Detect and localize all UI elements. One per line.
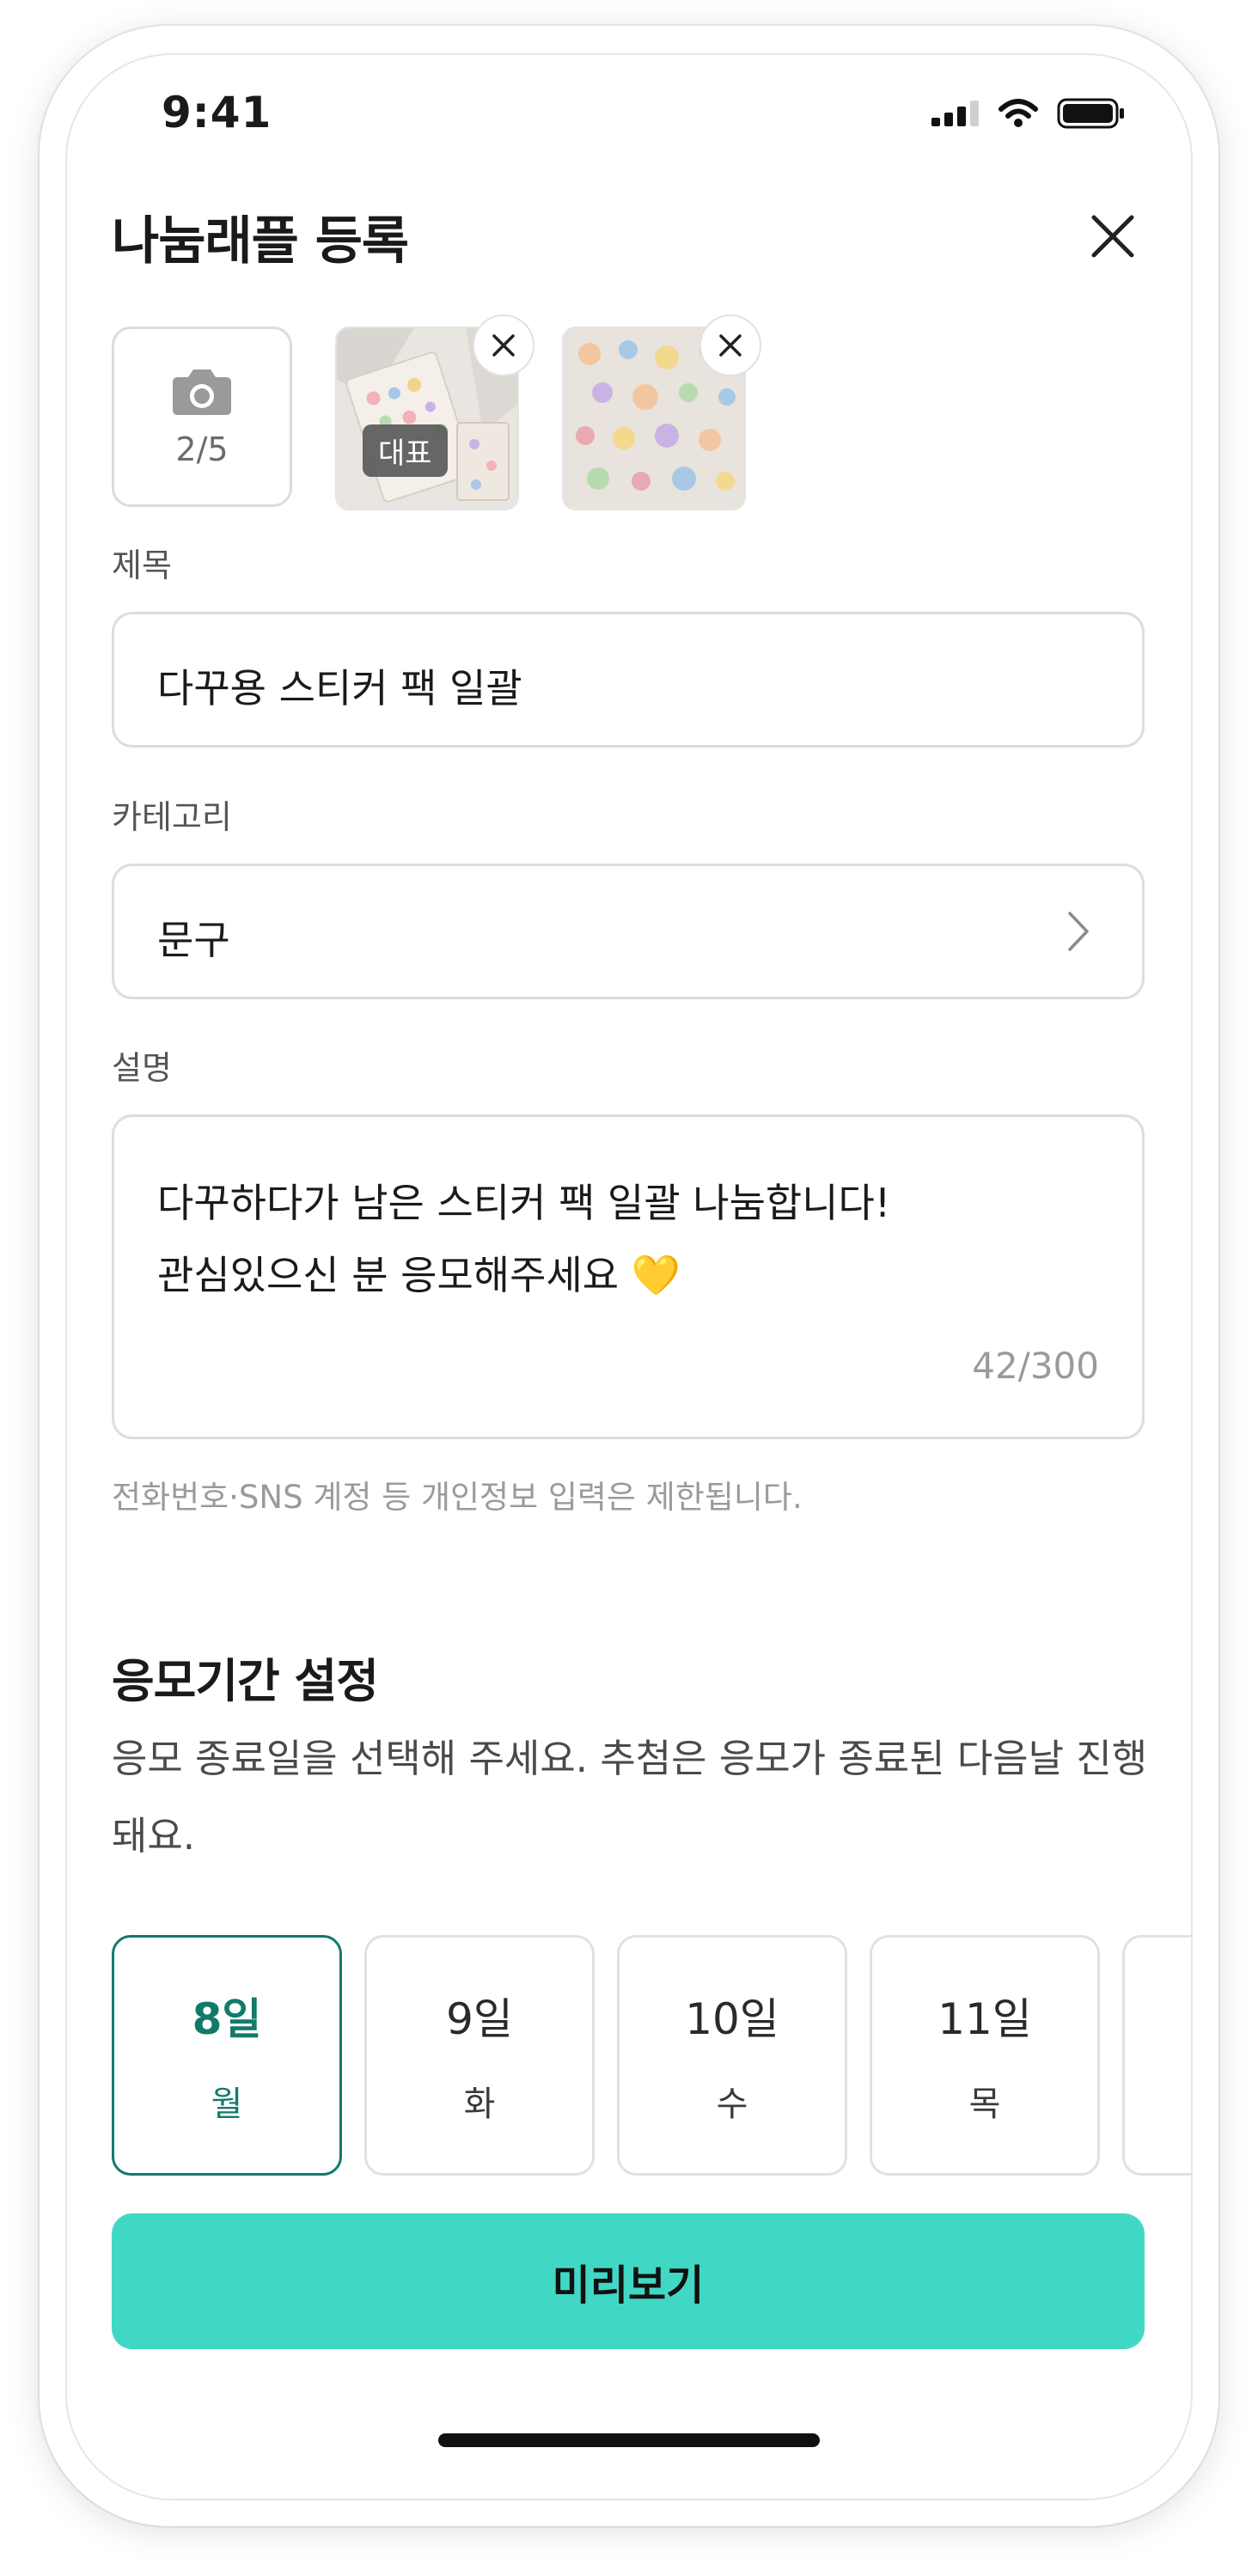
- close-icon: [1091, 215, 1134, 258]
- representative-badge: 대표: [363, 424, 448, 477]
- date-option[interactable]: 11일 목: [870, 1935, 1100, 2176]
- date-option-selected[interactable]: 8일 월: [112, 1935, 342, 2176]
- close-button[interactable]: [1083, 206, 1143, 266]
- chevron-right-icon: [1068, 912, 1089, 951]
- camera-icon: [173, 369, 231, 415]
- add-photo-button[interactable]: 2/5: [112, 327, 292, 507]
- description-line-1: 다꾸하다가 남은 스티커 팩 일괄 나눔합니다!: [157, 1180, 891, 1226]
- status-icons: [931, 98, 1126, 129]
- title-label: 제목: [112, 546, 172, 584]
- page-title: 나눔래플 등록: [112, 211, 409, 272]
- battery-icon: [1057, 98, 1124, 129]
- date-option-partial[interactable]: [1122, 1935, 1193, 2176]
- wifi-icon: [998, 99, 1038, 127]
- title-input-value: 다꾸용 스티커 팩 일괄: [157, 665, 522, 711]
- description-value: 다꾸하다가 남은 스티커 팩 일괄 나눔합니다! 관심있으신 분 응모해주세요 …: [157, 1167, 890, 1311]
- photo-count: 2/5: [175, 430, 229, 468]
- title-input[interactable]: 다꾸용 스티커 팩 일괄: [112, 612, 1145, 748]
- description-label: 설명: [112, 1049, 172, 1087]
- screen: 9:41 나눔래플 등록 2/5 대표 제목 다꾸용 스티커 팩 일괄 카테고리…: [65, 53, 1193, 2500]
- date-selector: 8일 월 9일 화 10일 수 11일 목: [112, 1935, 1193, 2176]
- home-indicator: [438, 2433, 820, 2447]
- date-day: 8일: [192, 1994, 262, 2044]
- date-weekday: 수: [716, 2085, 748, 2124]
- cellular-signal-icon: [931, 101, 979, 126]
- preview-button[interactable]: 미리보기: [112, 2213, 1145, 2349]
- category-select[interactable]: 문구: [112, 864, 1145, 999]
- character-count: 42/300: [972, 1345, 1099, 1387]
- date-option[interactable]: 9일 화: [364, 1935, 595, 2176]
- privacy-notice: 전화번호·SNS 계정 등 개인정보 입력은 제한됩니다.: [112, 1479, 803, 1516]
- date-day: 9일: [446, 1994, 513, 2044]
- date-weekday: 화: [463, 2085, 496, 2124]
- date-weekday: 목: [968, 2085, 1001, 2124]
- photo-thumbnail[interactable]: 대표: [335, 314, 534, 510]
- category-label: 카테고리: [112, 798, 232, 836]
- description-textarea[interactable]: 다꾸하다가 남은 스티커 팩 일괄 나눔합니다! 관심있으신 분 응모해주세요 …: [112, 1114, 1145, 1439]
- date-weekday: 월: [211, 2085, 243, 2124]
- date-option[interactable]: 10일 수: [617, 1935, 847, 2176]
- date-day: 10일: [685, 1994, 779, 2044]
- close-icon: [719, 334, 742, 357]
- photo-thumbnail[interactable]: [562, 314, 761, 510]
- entry-period-description: 응모 종료일을 선택해 주세요. 추첨은 응모가 종료된 다음날 진행돼요.: [112, 1736, 1148, 1859]
- remove-photo-button[interactable]: [699, 314, 761, 376]
- description-line-2: 관심있으신 분 응모해주세요 💛: [157, 1252, 681, 1298]
- close-icon: [492, 334, 515, 357]
- remove-photo-button[interactable]: [473, 314, 534, 376]
- status-time: 9:41: [162, 88, 272, 137]
- status-bar: 9:41: [65, 53, 1193, 182]
- category-value: 문구: [157, 917, 230, 963]
- date-day: 11일: [937, 1994, 1032, 2044]
- photo-upload-row: 2/5 대표: [112, 314, 761, 510]
- entry-period-title: 응모기간 설정: [112, 1654, 379, 1708]
